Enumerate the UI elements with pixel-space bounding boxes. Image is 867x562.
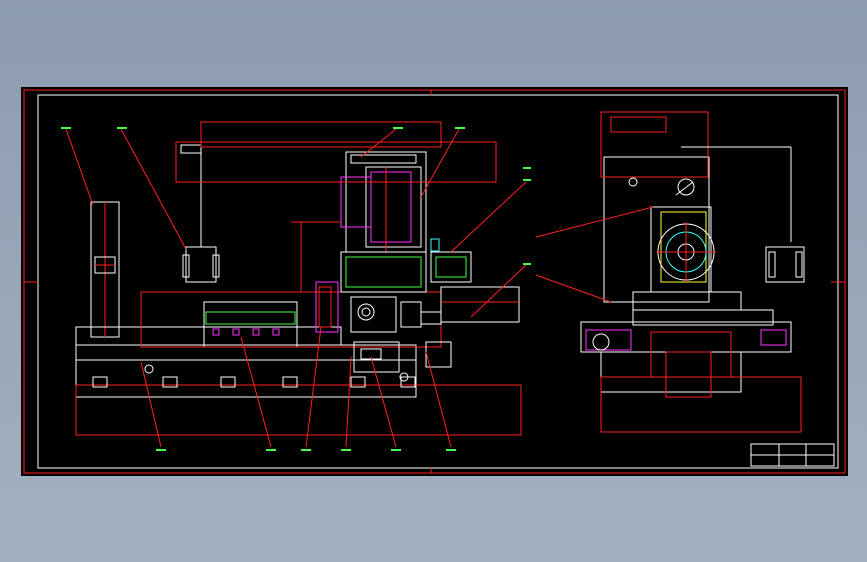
assembly-drawing: [23, 89, 846, 474]
title-block[interactable]: [750, 443, 835, 467]
cad-viewport[interactable]: [21, 87, 848, 476]
control-pendant: [185, 246, 217, 283]
front-view: [61, 121, 531, 451]
leader-lines: [65, 128, 527, 448]
balloon-marks: [61, 127, 531, 451]
base-bed: [75, 326, 342, 346]
side-leader-lines: [535, 206, 654, 303]
side-view: [535, 111, 805, 433]
side-table: [580, 321, 792, 353]
side-column: [603, 156, 710, 303]
